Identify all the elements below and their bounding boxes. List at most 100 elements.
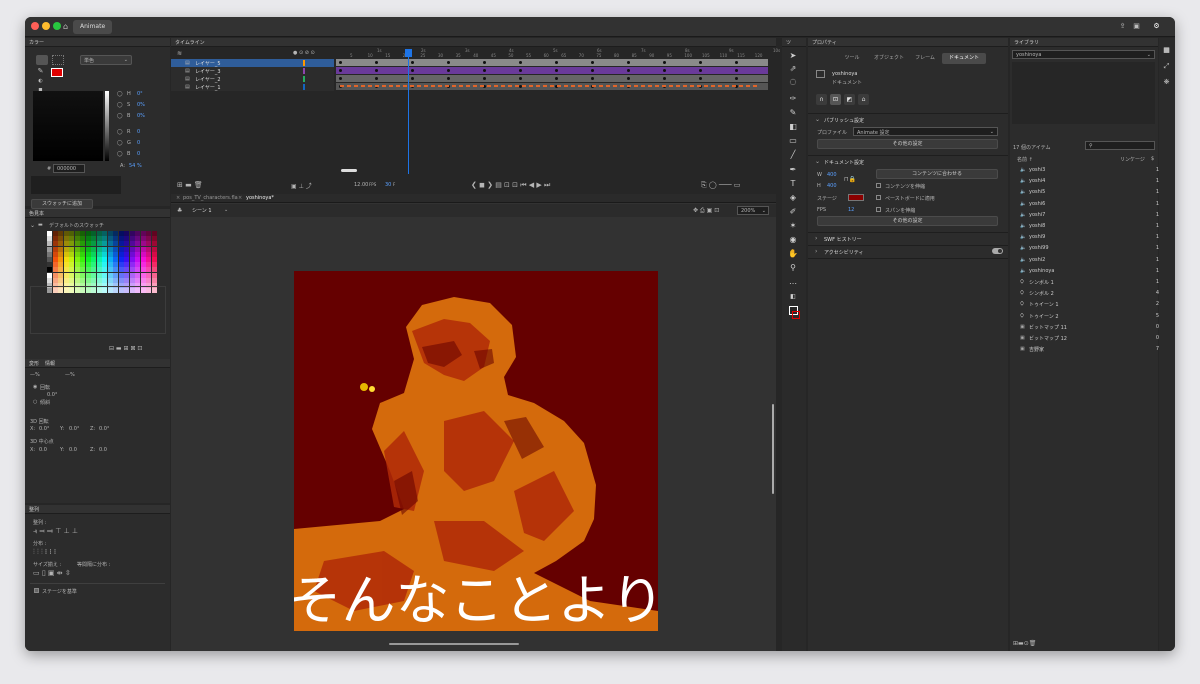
library-item[interactable]: 🔈 yoshi7 1 [1010, 210, 1165, 221]
library-item[interactable]: ⛭ シンボル 11 [1010, 277, 1165, 288]
keyframe[interactable] [483, 77, 486, 80]
keyframe[interactable] [735, 69, 738, 72]
pasteboard-checkbox[interactable] [876, 195, 881, 200]
fill-color-chip-tool[interactable] [792, 311, 800, 319]
library-item[interactable]: 🔈 yoshi2 1 [1010, 255, 1165, 266]
library-item[interactable]: ⛭ シンボル 24 [1010, 288, 1165, 299]
layer-row[interactable]: ▤ レイヤー_2 [171, 75, 334, 83]
playback-controls[interactable]: ❮ ◼ ❯ ▤ ⊡ ⊡ ⏮ ◀ ▶ ⏭ [471, 181, 550, 190]
accessibility-section[interactable]: › アクセシビリティ [808, 245, 1008, 257]
fill-type-select[interactable]: 単色 ⌄ [80, 55, 132, 65]
link-icon[interactable]: ⊓🔒 [844, 176, 856, 183]
scale-spans-checkbox[interactable] [876, 207, 881, 212]
keyframe[interactable] [411, 61, 414, 64]
keyframe[interactable] [447, 69, 450, 72]
keyframe[interactable] [735, 61, 738, 64]
scale-content-checkbox[interactable] [876, 183, 881, 188]
camera-tool-icon[interactable]: ◉ [788, 235, 798, 245]
center3d-value[interactable]: 0.0 [69, 447, 77, 453]
color-picker-field[interactable] [33, 91, 103, 161]
center3d-value[interactable]: 0.0 [39, 447, 47, 453]
rgb-radio[interactable]: ◯ [117, 151, 123, 157]
match-size-buttons[interactable]: ▭ ▯ ▣ ⇹ ⇳ [33, 569, 71, 577]
keyframe[interactable] [411, 77, 414, 80]
keyframe[interactable] [627, 61, 630, 64]
subselection-tool-icon[interactable]: ⇗ [788, 64, 798, 74]
keyframe[interactable] [663, 69, 666, 72]
width-value[interactable]: 400 [827, 172, 837, 178]
library-item[interactable]: ▣ ビットマップ 12 0 [1010, 333, 1165, 344]
keyframe[interactable] [339, 69, 342, 72]
height-value[interactable]: 400 [827, 183, 837, 189]
keyframe[interactable] [447, 77, 450, 80]
keyframe[interactable] [555, 77, 558, 80]
stage-canvas[interactable]: そんなことより [294, 271, 658, 631]
layer-row[interactable]: ▤ レイヤー_5 [171, 59, 334, 67]
library-item[interactable]: 🔈 yoshi8 1 [1010, 221, 1165, 232]
keyframe[interactable] [339, 61, 342, 64]
zoom-tool-icon[interactable]: ⚲ [788, 263, 798, 273]
library-item[interactable]: 🔈 yoshi5 1 [1010, 187, 1165, 198]
track-row[interactable] [336, 75, 768, 82]
library-search-input[interactable]: ⚲ [1085, 141, 1155, 150]
properties-tab[interactable]: ツール [836, 53, 868, 64]
doc-tab-2[interactable]: yoshinoya* [246, 195, 274, 201]
keyframe[interactable] [663, 77, 666, 80]
keyframe[interactable] [735, 77, 738, 80]
doc-settings-section[interactable]: ⌄ ドキュメント設定 [808, 155, 1008, 167]
keyframe[interactable] [627, 77, 630, 80]
app-tab[interactable]: Animate [73, 20, 113, 34]
home-icon[interactable]: ⌂ [61, 22, 70, 31]
track-row[interactable] [336, 67, 768, 74]
library-item[interactable]: ▣ 吉野家 7 [1010, 344, 1165, 355]
stage-vertical-scrollbar[interactable] [772, 404, 774, 494]
center3d-value[interactable]: 0.0 [99, 447, 107, 453]
timeline-view-controls[interactable]: ⎘ ◯ ─── ▭ [701, 181, 740, 190]
library-doc-select[interactable]: yoshinoya ⌄ [1012, 50, 1155, 59]
keyframe[interactable] [483, 61, 486, 64]
timeline-layer-buttons[interactable]: ⊞ ▬ 🗑 [177, 181, 203, 189]
library-item[interactable]: ▣ ビットマップ 11 0 [1010, 322, 1165, 333]
selection-tool-icon[interactable]: ➤ [788, 51, 798, 61]
rot3d-value[interactable]: 0.0° [39, 426, 49, 432]
fps-prop-value[interactable]: 12 [848, 207, 854, 213]
library-footer-icons[interactable]: ⊞▬⊙🗑 [1013, 640, 1036, 647]
library-item[interactable]: 🔈 yoshinoya 1 [1010, 266, 1165, 277]
eraser-tool-icon[interactable]: ◧ [788, 122, 798, 132]
fit-content-button[interactable]: コンテンツに合わせる [876, 169, 998, 179]
text-tool-icon[interactable]: T [788, 179, 798, 189]
layer-list[interactable]: ▤ レイヤー_5 ▤ レイヤー_3 ▤ レイヤー_2 ▤ レイヤー_1 [171, 59, 335, 93]
stage-horizontal-scrollbar[interactable] [389, 643, 519, 645]
fps-value[interactable]: 12.00 [354, 182, 368, 188]
stage-checkbox[interactable] [34, 588, 39, 593]
frame-value[interactable]: 30 [385, 182, 391, 188]
zoom-select[interactable]: 200% ⌄ [737, 206, 769, 215]
playhead[interactable] [408, 49, 409, 174]
playhead-handle[interactable] [405, 49, 412, 57]
align-buttons[interactable]: ⫣ ⫤ ⫥ ⊤ ⊥ ⊥ [33, 527, 78, 536]
rgb-radio[interactable]: ◯ [117, 140, 123, 146]
rgb-radio[interactable]: ◯ [117, 129, 123, 135]
zoom-window-button[interactable] [53, 22, 61, 30]
layer-row[interactable]: ▤ レイヤー_3 [171, 67, 334, 75]
keyframe[interactable] [627, 69, 630, 72]
swap-colors-icon[interactable]: ◐ ◼ ⇄ [36, 77, 45, 102]
rectangle-tool-icon[interactable]: ▭ [788, 136, 798, 146]
keyframe[interactable] [699, 69, 702, 72]
rotate-value[interactable]: 0.0° [47, 392, 57, 398]
close-icon[interactable]: × [176, 195, 180, 201]
paint-brush-icon[interactable]: ✎ [788, 108, 798, 118]
rgb-value[interactable]: 0 [137, 129, 140, 135]
swf-history-section[interactable]: › SWF ヒストリー [808, 232, 1008, 244]
library-item[interactable]: 🔈 yoshi9 1 [1010, 232, 1165, 243]
keyframe[interactable] [483, 69, 486, 72]
alpha-value[interactable]: 54 % [129, 163, 142, 169]
profile-select[interactable]: Animate 設定 ⌄ [853, 127, 998, 136]
pencil-icon[interactable]: ✎ [36, 67, 45, 76]
doc-buttons[interactable]: ∩ ⊡ ◩ ⌂ [816, 94, 869, 106]
keyframe[interactable] [591, 77, 594, 80]
col-use[interactable]: $ [1151, 156, 1154, 162]
rotate-radio[interactable]: ◉ [33, 384, 37, 390]
fill-bucket-icon[interactable] [36, 55, 48, 65]
camera-icon[interactable]: ▣ ⊥ ⤴ [291, 181, 312, 190]
